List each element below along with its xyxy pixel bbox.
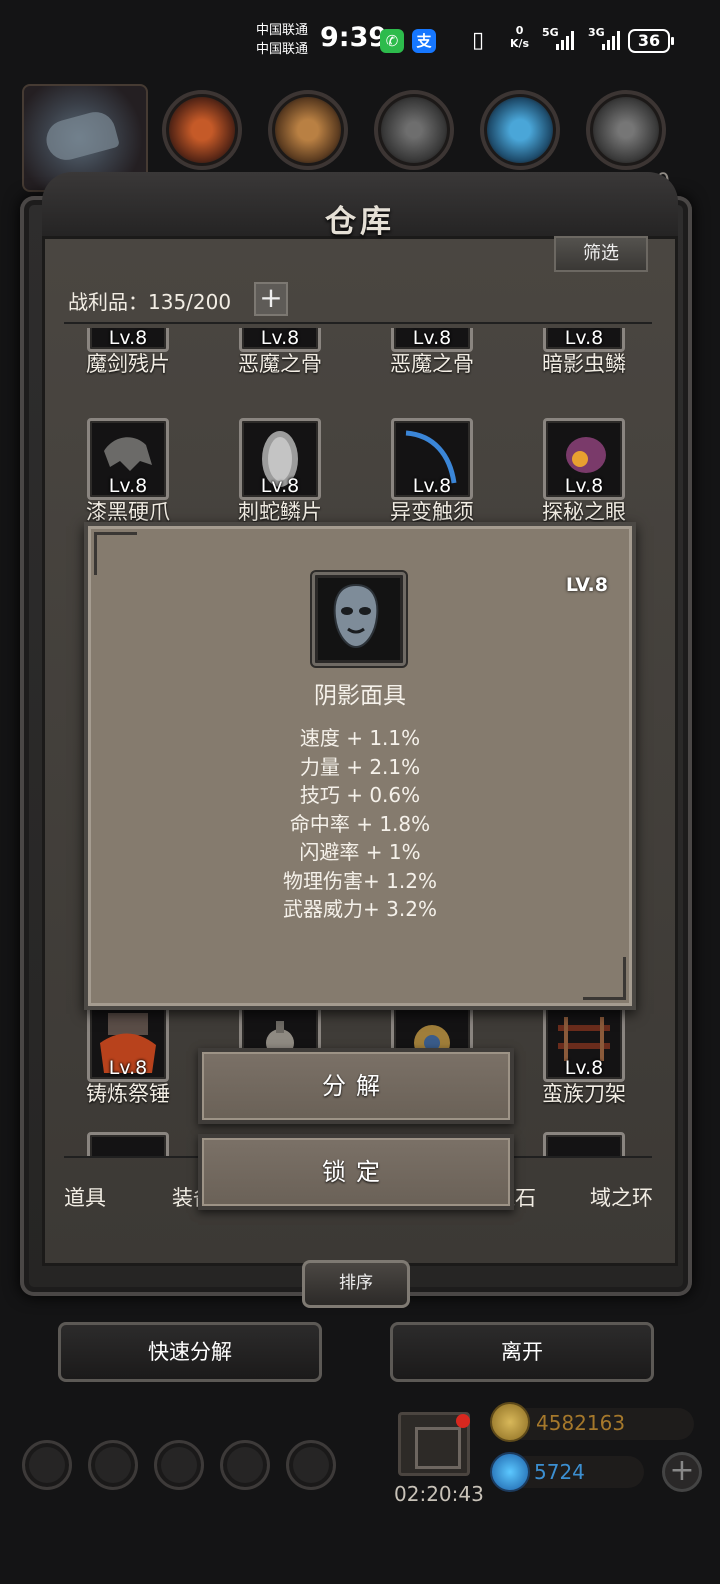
item-thumbnail: Lv.8 [391, 418, 473, 500]
gold-value: 4582163 [536, 1411, 626, 1435]
tab-domain-ring[interactable]: 域之环 [590, 1182, 653, 1212]
inventory-item[interactable]: Lv.8 铸炼祭锤 [54, 1000, 202, 1108]
quick-decompose-button[interactable]: 快速分解 [58, 1322, 322, 1382]
popup-item-thumbnail [312, 572, 406, 666]
item-thumbnail: Lv.8 [239, 418, 321, 500]
item-level: Lv.8 [260, 475, 300, 497]
hero-nav-icon[interactable] [88, 1440, 138, 1490]
item-level: Lv.8 [412, 475, 452, 497]
map-nav-icon[interactable] [286, 1440, 336, 1490]
popup-item-level: LV.8 [565, 574, 608, 596]
stat-line: 速度 + 1.1% [299, 726, 421, 750]
inventory-item[interactable]: Lv.8 暗影虫鳞 [510, 270, 658, 378]
battery-indicator: 36 [628, 29, 674, 53]
gem-icon [490, 1452, 530, 1492]
popup-item-name: 阴影面具 [314, 683, 406, 709]
item-name: 暗影虫鳞 [542, 352, 626, 376]
lock-button[interactable]: 锁定 [198, 1134, 514, 1210]
item-detail-popup: LV.8 阴影面具 速度 + 1.1% 力量 + 2.1% 技巧 + 0.6% … [84, 522, 636, 1010]
stat-line: 闪避率 + 1% [299, 840, 421, 864]
add-currency-button[interactable]: + [662, 1452, 702, 1492]
item-name: 恶魔之骨 [390, 352, 474, 376]
filter-button[interactable]: 筛选 [554, 236, 648, 272]
stat-line: 命中率 + 1.8% [289, 811, 431, 836]
item-level: Lv.8 [108, 327, 148, 349]
iron-resource-icon [586, 90, 666, 170]
gold-coin-icon [490, 1402, 530, 1442]
item-name: 魔剑残片 [86, 352, 170, 376]
inventory-item[interactable]: Lv.8 魔剑残片 [54, 270, 202, 378]
inventory-item[interactable]: Lv.8 恶魔之骨 [358, 270, 506, 378]
item-level: Lv.8 [564, 1057, 604, 1079]
leave-button[interactable]: 离开 [390, 1322, 654, 1382]
castle-nav-icon[interactable] [154, 1440, 204, 1490]
item-level: Lv.8 [564, 475, 604, 497]
notification-dot [456, 1414, 470, 1428]
item-name: 恶魔之骨 [238, 352, 322, 376]
stat-line: 武器威力+ 3.2% [283, 897, 437, 921]
wechat-icon: ✆ [380, 29, 404, 53]
item-thumbnail: Lv.8 [543, 418, 625, 500]
inventory-item[interactable]: Lv.8 刺蛇鳞片 [206, 418, 354, 526]
item-thumbnail: Lv.8 [239, 327, 321, 352]
item-level: Lv.8 [260, 327, 300, 349]
item-thumbnail: Lv.8 [87, 1000, 169, 1082]
crystal-resource-icon [480, 90, 560, 170]
item-thumbnail [543, 1132, 625, 1156]
stat-line: 力量 + 2.1% [299, 754, 421, 779]
item-thumbnail: Lv.8 [391, 327, 473, 352]
clock: 9:39 [320, 22, 388, 53]
net-speed-value: 0 [515, 24, 524, 37]
settings-nav-icon[interactable] [22, 1440, 72, 1490]
item-level: Lv.8 [564, 327, 604, 349]
item-thumbnail: Lv.8 [543, 1000, 625, 1082]
tab-items[interactable]: 道具 [64, 1182, 106, 1212]
inventory-item[interactable] [54, 1132, 202, 1156]
stat-line: 物理伤害+ 1.2% [283, 868, 437, 893]
inventory-item[interactable]: Lv.8 蛮族刀架 [510, 1000, 658, 1108]
item-level: Lv.8 [108, 1057, 148, 1079]
stat-line: 技巧 + 0.6% [299, 783, 421, 807]
signal-bars-2-icon [602, 30, 620, 50]
ore-resource-icon [162, 90, 242, 170]
inventory-item[interactable]: Lv.8 恶魔之骨 [206, 270, 354, 378]
item-level: Lv.8 [108, 475, 148, 497]
net-speed-unit: K/s [510, 37, 530, 50]
gem-value: 5724 [534, 1460, 585, 1484]
carrier-2: 中国联通 [256, 42, 309, 57]
item-level: Lv.8 [412, 327, 452, 349]
inventory-item[interactable] [510, 1132, 658, 1156]
carrier-1: 中国联通 [256, 23, 309, 38]
mail-nav-icon[interactable] [220, 1440, 270, 1490]
item-thumbnail: Lv.8 [87, 327, 169, 352]
popup-item-stats: 速度 + 1.1% 力量 + 2.1% 技巧 + 0.6% 命中率 + 1.8%… [88, 724, 632, 924]
sort-button[interactable]: 排序 [302, 1260, 410, 1308]
alipay-icon: 支 [412, 29, 436, 53]
panel-title: 仓库 [325, 204, 395, 240]
mask-icon [333, 583, 379, 649]
decompose-button[interactable]: 分解 [198, 1048, 514, 1124]
inventory-item[interactable]: Lv.8 漆黑硬爪 [54, 418, 202, 526]
net-speed: 0 K/s [510, 24, 529, 50]
inventory-item[interactable]: Lv.8 异变触须 [358, 418, 506, 526]
vibrate-icon: ▯ [472, 28, 485, 53]
status-bar: 中国联通 中国联通 9:39 ✆ 支 ▯ 0 K/s 5G 3G 36 [0, 0, 720, 82]
inventory-item[interactable]: Lv.8 探秘之眼 [510, 418, 658, 526]
wood-resource-icon [268, 90, 348, 170]
gift-timer: 02:20:43 [394, 1482, 484, 1506]
item-thumbnail: Lv.8 [87, 418, 169, 500]
item-thumbnail [87, 1132, 169, 1156]
item-thumbnail: Lv.8 [543, 327, 625, 352]
stone-resource-icon [374, 90, 454, 170]
signal-bars-1-icon [556, 30, 574, 50]
